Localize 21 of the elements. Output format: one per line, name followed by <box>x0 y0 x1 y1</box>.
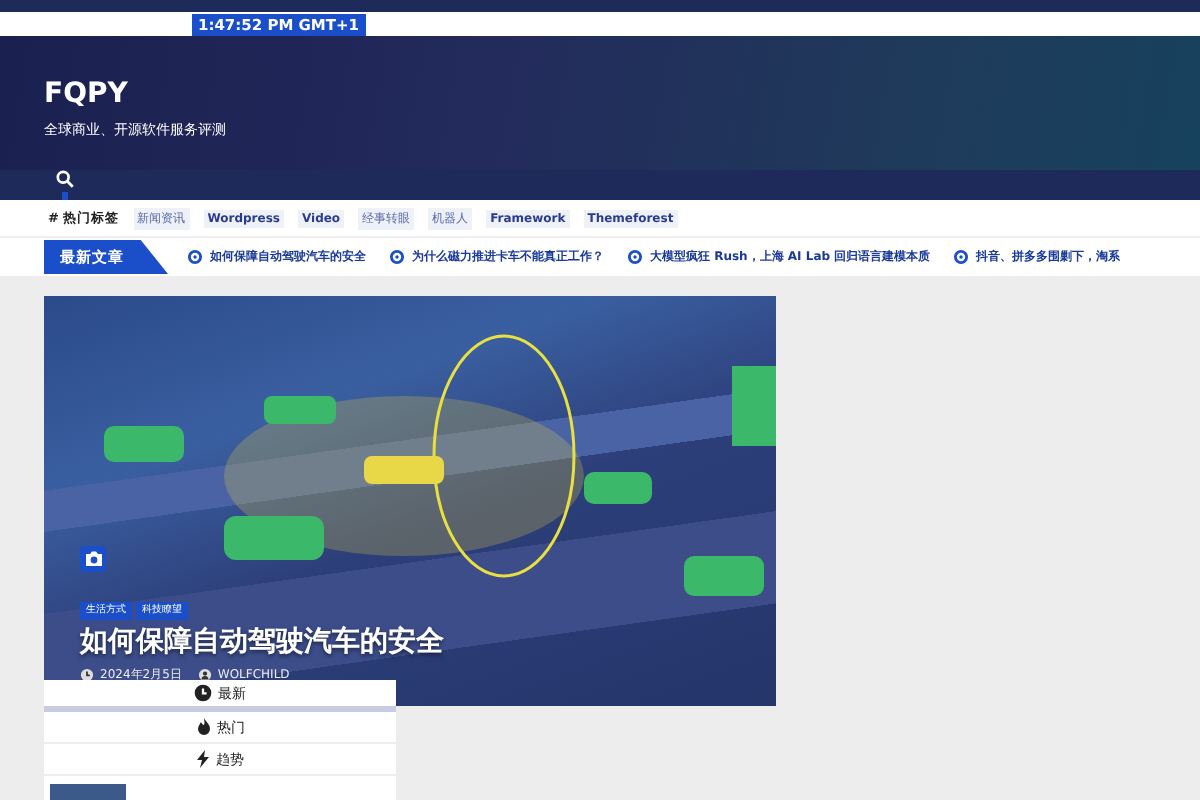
car-drawing <box>584 472 652 504</box>
user-icon <box>197 668 212 682</box>
photo-placeholder <box>50 784 126 800</box>
car-drawing <box>224 516 324 560</box>
car-drawing <box>264 396 336 424</box>
article-title[interactable]: 如何保障自动驾驶汽车的安全 <box>80 626 444 660</box>
site-logo[interactable]: FQPY <box>44 78 1200 110</box>
circle-arrow-icon <box>628 250 642 264</box>
car-drawing <box>104 426 184 462</box>
car-drawing <box>364 456 444 484</box>
car-drawing <box>684 556 764 596</box>
flame-icon <box>195 718 211 736</box>
circle-arrow-icon <box>390 250 404 264</box>
clock-icon <box>194 684 212 702</box>
search-icon[interactable] <box>56 170 74 188</box>
camera-icon <box>80 546 106 572</box>
circle-arrow-icon <box>188 250 202 264</box>
lightning-icon <box>196 750 210 768</box>
clock-icon <box>80 668 94 682</box>
circle-arrow-icon <box>954 250 969 264</box>
search-button[interactable] <box>56 170 74 200</box>
